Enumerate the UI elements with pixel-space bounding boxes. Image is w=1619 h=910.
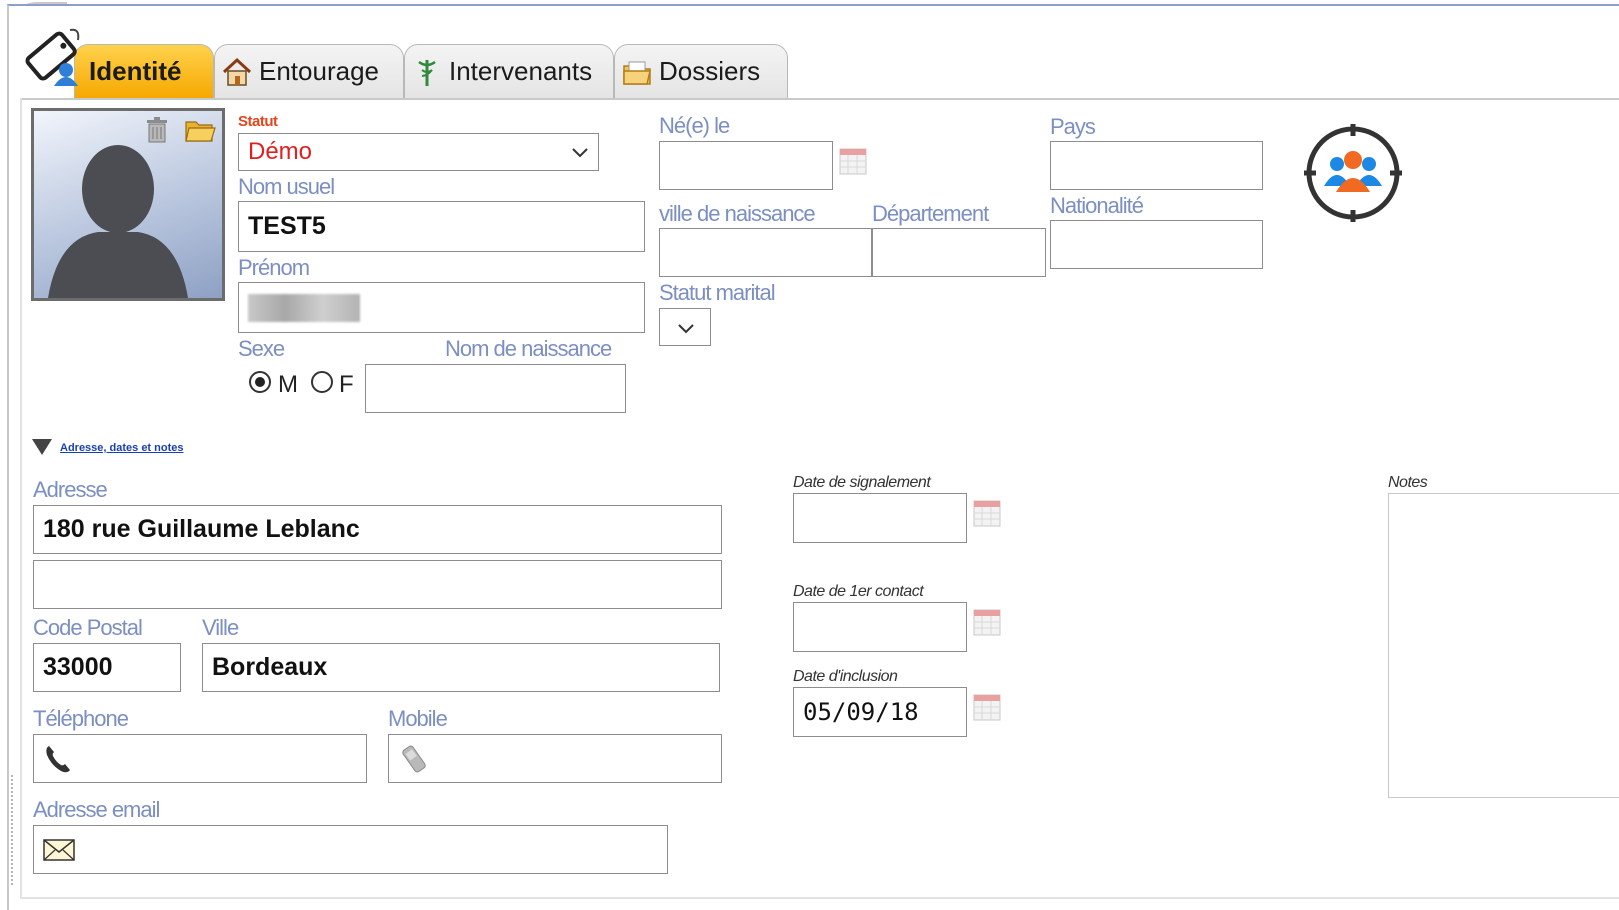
caduceus-icon — [411, 56, 443, 88]
envelope-icon — [43, 838, 75, 861]
ne-le-label: Né(e) le — [659, 113, 730, 138]
nom-naissance-field[interactable] — [365, 364, 626, 413]
folder-open-icon[interactable] — [184, 116, 216, 144]
date-inclusion-value: 05/09/18 — [803, 698, 919, 726]
departement-field[interactable] — [872, 228, 1046, 277]
phone-icon — [46, 745, 70, 772]
nom-usuel-field[interactable]: TEST5 — [238, 201, 645, 252]
ne-le-field[interactable] — [659, 141, 833, 190]
statut-marital-label: Statut marital — [659, 280, 776, 305]
statut-label: Statut — [238, 113, 278, 130]
notes-textarea[interactable] — [1388, 493, 1619, 798]
section-toggle-link[interactable]: Adresse, dates et notes — [60, 442, 184, 454]
mobile-field[interactable] — [388, 734, 722, 783]
statut-value: Démo — [248, 138, 313, 165]
tab-label: Dossiers — [659, 56, 761, 86]
date-inclusion-field[interactable]: 05/09/18 — [793, 687, 967, 737]
redacted-block — [248, 293, 360, 322]
adresse-line1-field[interactable]: 180 rue Guillaume Leblanc — [33, 505, 722, 554]
adresse-line1-value: 180 rue Guillaume Leblanc — [43, 515, 360, 543]
prenom-label: Prénom — [238, 255, 310, 280]
tab-label: Intervenants — [449, 56, 593, 86]
statut-select[interactable]: Démo — [238, 133, 599, 171]
nationalite-label: Nationalité — [1050, 193, 1144, 218]
email-field[interactable] — [33, 825, 668, 874]
tab-intervenants[interactable]: Intervenants — [404, 44, 614, 98]
telephone-field[interactable] — [33, 734, 367, 783]
date-premier-contact-field[interactable] — [793, 602, 967, 652]
tab-entourage[interactable]: Entourage — [214, 44, 404, 98]
nom-naissance-label: Nom de naissance — [445, 336, 612, 361]
calendar-icon[interactable] — [972, 498, 1002, 528]
chevron-down-icon — [678, 324, 694, 334]
statut-marital-select[interactable] — [659, 308, 711, 346]
code-postal-label: Code Postal — [33, 615, 143, 640]
calendar-icon[interactable] — [972, 607, 1002, 637]
house-icon — [221, 56, 253, 88]
sexe-label: Sexe — [238, 336, 285, 361]
departement-label: Département — [872, 201, 989, 226]
code-postal-value: 33000 — [43, 653, 113, 681]
email-label: Adresse email — [33, 797, 160, 822]
pays-field[interactable] — [1050, 141, 1263, 190]
pays-label: Pays — [1050, 114, 1096, 139]
trash-icon[interactable] — [144, 116, 170, 144]
tab-identite[interactable]: Identité — [74, 44, 214, 98]
sexe-m-label: M — [278, 371, 298, 398]
date-signalement-field[interactable] — [793, 493, 967, 543]
ville-naissance-label: ville de naissance — [659, 201, 816, 226]
date-signalement-label: Date de signalement — [793, 474, 931, 491]
notes-label: Notes — [1388, 474, 1428, 491]
nom-usuel-value: TEST5 — [248, 212, 326, 240]
sexe-m-radio[interactable] — [249, 371, 271, 393]
tag-person-icon — [20, 22, 84, 86]
folder-icon — [621, 56, 653, 88]
adresse-label: Adresse — [33, 477, 108, 502]
ville-label: Ville — [202, 615, 239, 640]
resize-grip[interactable] — [11, 775, 17, 885]
nationalite-field[interactable] — [1050, 220, 1263, 269]
code-postal-field[interactable]: 33000 — [33, 643, 181, 692]
telephone-label: Téléphone — [33, 706, 129, 731]
date-premier-contact-label: Date de 1er contact — [793, 583, 924, 600]
sexe-f-label: F — [339, 371, 354, 398]
tab-label: Entourage — [259, 56, 379, 86]
ville-field[interactable]: Bordeaux — [202, 643, 720, 692]
mobile-phone-icon — [402, 745, 426, 772]
chevron-down-icon — [572, 148, 588, 158]
date-inclusion-label: Date d'inclusion — [793, 668, 898, 685]
tab-dossiers[interactable]: Dossiers — [614, 44, 788, 98]
nom-usuel-label: Nom usuel — [238, 174, 335, 199]
sexe-f-radio[interactable] — [311, 371, 333, 393]
calendar-icon[interactable] — [838, 146, 868, 176]
collapse-triangle-icon[interactable] — [31, 437, 53, 457]
tab-label: Identité — [89, 56, 182, 86]
ville-value: Bordeaux — [212, 653, 328, 681]
mobile-label: Mobile — [388, 706, 448, 731]
group-target-icon[interactable] — [1304, 124, 1402, 222]
ville-naissance-field[interactable] — [659, 228, 872, 277]
prenom-field[interactable] — [238, 282, 645, 333]
calendar-icon[interactable] — [972, 692, 1002, 722]
adresse-line2-field[interactable] — [33, 560, 722, 609]
